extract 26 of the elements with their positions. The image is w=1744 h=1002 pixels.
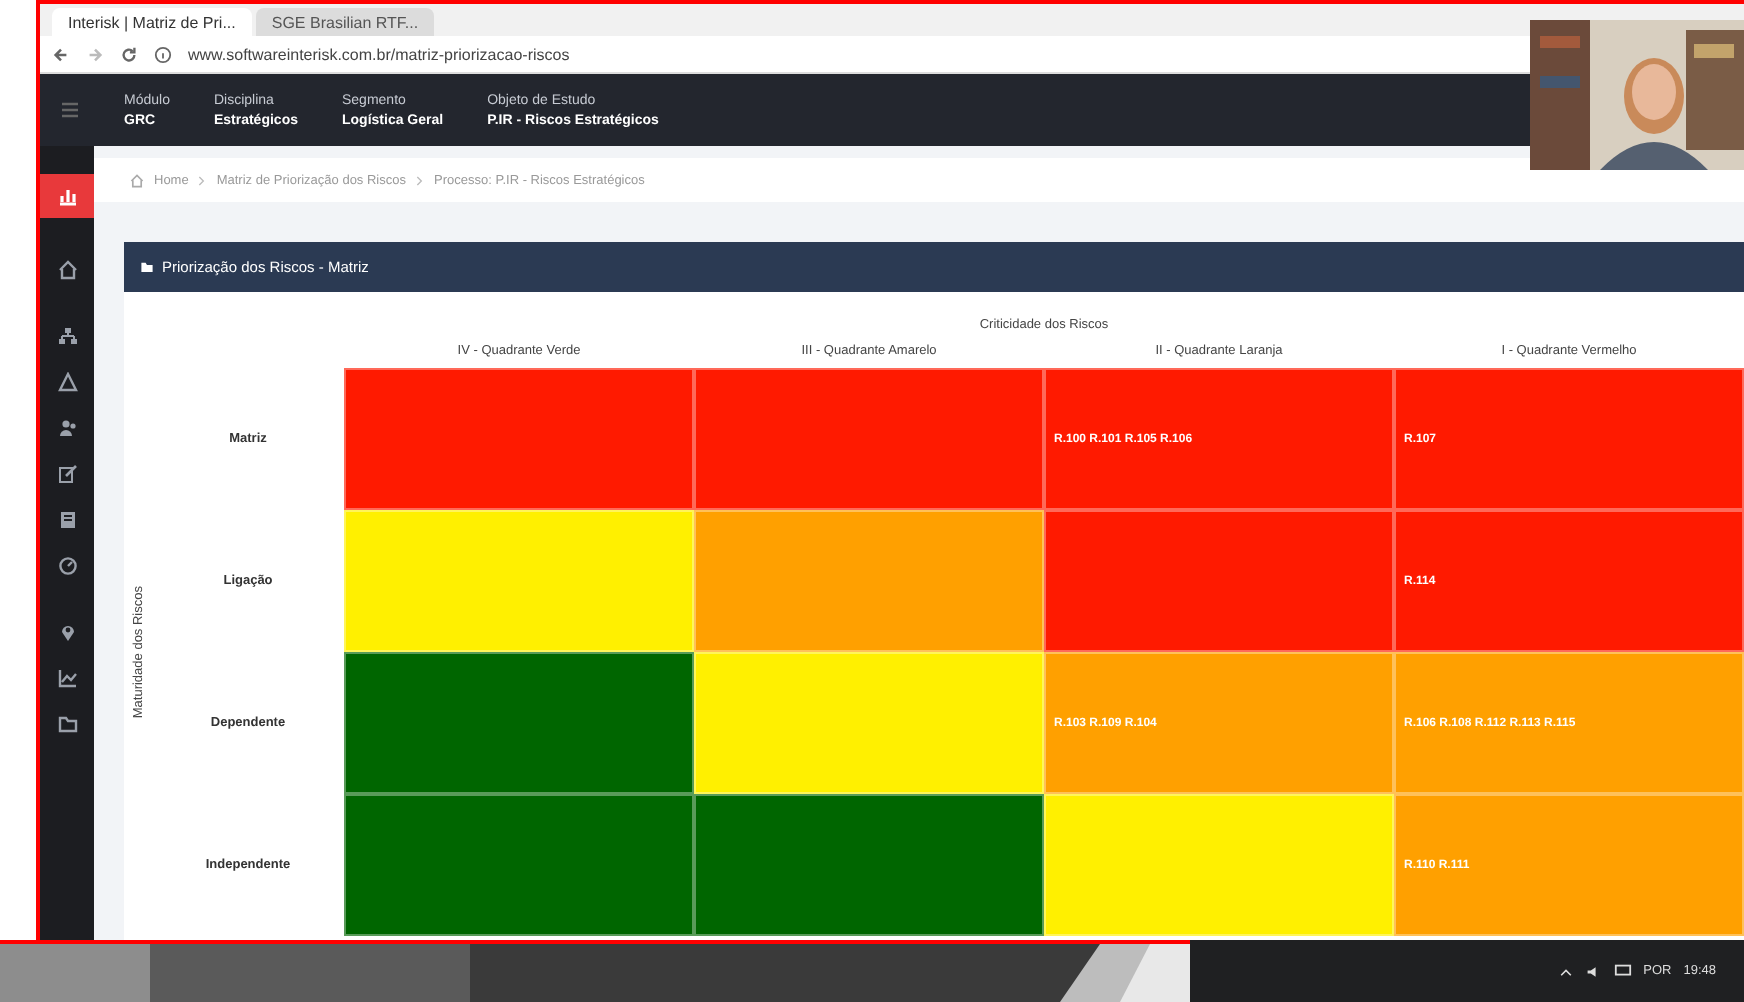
book-icon xyxy=(57,510,77,530)
message-icon xyxy=(1613,962,1632,980)
edit-icon xyxy=(57,464,77,484)
sitemap-icon xyxy=(57,326,77,346)
home-icon xyxy=(57,260,77,280)
chevron-icon xyxy=(198,173,207,187)
warning-icon xyxy=(57,372,77,392)
browser-tab[interactable]: SGE Brasilian RTF... xyxy=(255,8,435,36)
folder-icon xyxy=(57,714,77,734)
chevron-icon xyxy=(416,173,424,187)
folder-icon xyxy=(140,260,154,274)
home-icon xyxy=(130,173,144,187)
browser-tab[interactable]: Interisk | Matriz de Pri... xyxy=(52,8,252,36)
chart-icon xyxy=(57,186,77,206)
info-icon xyxy=(154,45,172,63)
line-chart-icon xyxy=(57,668,77,688)
back-icon xyxy=(52,45,70,63)
reload-icon xyxy=(120,45,138,63)
gauge-icon xyxy=(57,556,77,576)
address-bar[interactable]: www.softwareinterisk.com.br/matriz-priorizacao-riscos xyxy=(188,45,570,63)
users-icon xyxy=(57,418,77,438)
menu-icon xyxy=(60,100,80,120)
speaker-icon xyxy=(1585,963,1602,979)
pin-icon xyxy=(57,622,77,642)
forward-icon xyxy=(86,45,104,63)
sidebar-tab[interactable] xyxy=(40,174,94,218)
